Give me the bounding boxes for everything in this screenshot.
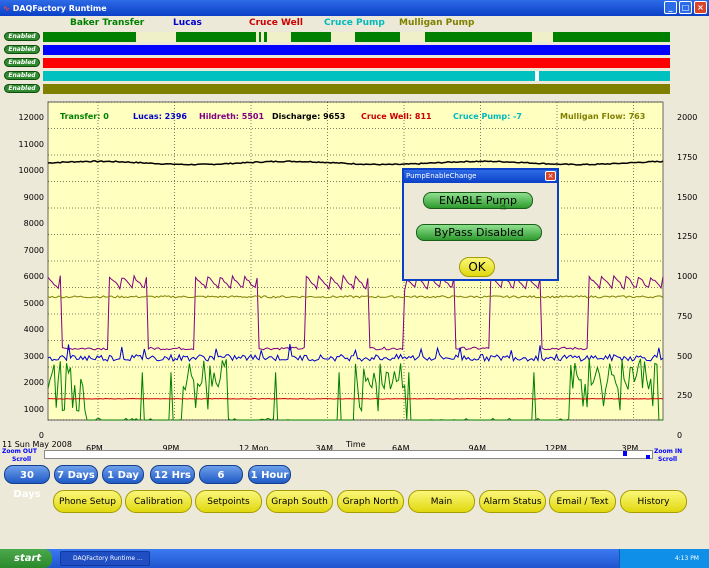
clock: 4:13 PM <box>674 555 699 562</box>
graph-north-button[interactable]: Graph North <box>337 490 404 513</box>
bypass-disabled-button[interactable]: ByPass Disabled <box>416 224 542 241</box>
y-right-tick-label: 250 <box>677 391 693 401</box>
app-icon: ∿ <box>3 3 10 13</box>
taskbar-item-daqfactory[interactable]: DAQFactory Runtime ... <box>60 551 150 566</box>
alarm-status-button[interactable]: Alarm Status <box>479 490 546 513</box>
pump-enable-dialog: PumpEnableChange × ENABLE Pump ByPass Di… <box>402 168 559 281</box>
y-left-tick-label: 0 <box>38 431 44 440</box>
readout-transfer: Transfer: 0 <box>60 112 109 121</box>
y-left-tick-label: 8000 <box>23 219 44 228</box>
client-area: Baker Transfer Lucas Cruce Well Cruce Pu… <box>0 16 709 549</box>
readout-mulligan: Mulligan Flow: 763 <box>560 112 646 121</box>
mouse-cursor-icon: ☝ <box>500 202 507 213</box>
readout-hildreth: Hildreth: 5501 <box>199 112 265 121</box>
ok-button[interactable]: OK <box>459 257 495 277</box>
readout-cruce-well: Cruce Well: 811 <box>361 112 432 121</box>
minimize-button[interactable]: _ <box>664 1 677 14</box>
email-text-button[interactable]: Email / Text <box>549 490 616 513</box>
y-left-tick-label: 7000 <box>23 245 44 255</box>
readout-cruce-pump: Cruce Pump: -7 <box>453 112 522 121</box>
window-titlebar: ∿ DAQFactory Runtime _ □ × <box>0 0 709 16</box>
range-30-days-button[interactable]: 30 Days <box>4 465 50 500</box>
trend-chart[interactable] <box>0 16 709 449</box>
y-right-tick-label: 500 <box>677 351 693 361</box>
range-7-days-button[interactable]: 7 Days <box>54 465 98 484</box>
dialog-title: PumpEnableChange <box>406 172 477 180</box>
x-axis-title: Time <box>346 440 366 449</box>
y-right-tick-label: 1000 <box>677 272 698 281</box>
scroll-right-label[interactable]: Scroll <box>658 456 677 463</box>
y-left-tick-label: 2000 <box>23 378 44 387</box>
y-left-tick-label: 9000 <box>23 192 44 202</box>
y-right-tick-label: 2000 <box>677 113 698 122</box>
setpoints-button[interactable]: Setpoints <box>195 490 262 513</box>
y-left-tick-label: 3000 <box>23 351 44 361</box>
system-tray: 4:13 PM <box>619 549 709 568</box>
y-left-tick-label: 1000 <box>23 404 44 414</box>
scroll-left-label[interactable]: Scroll <box>12 456 31 463</box>
y-left-tick-label: 11000 <box>18 139 44 149</box>
graph-south-button[interactable]: Graph South <box>266 490 333 513</box>
y-right-tick-label: 1750 <box>677 152 698 162</box>
history-button[interactable]: History <box>620 490 687 513</box>
window-title: DAQFactory Runtime <box>12 3 107 13</box>
y-right-tick-label: 0 <box>677 431 683 440</box>
range-12-hrs-button[interactable]: 12 Hrs <box>150 465 195 484</box>
main-button[interactable]: Main <box>408 490 475 513</box>
y-right-tick-label: 1250 <box>677 232 698 242</box>
range-1-day-button[interactable]: 1 Day <box>102 465 144 484</box>
y-left-tick-label: 6000 <box>23 272 44 281</box>
zoom-in-label[interactable]: Zoom IN <box>654 448 682 455</box>
close-button[interactable]: × <box>694 1 707 14</box>
taskbar: start DAQFactory Runtime ... 4:13 PM <box>0 549 709 568</box>
start-button[interactable]: start <box>0 549 52 568</box>
zoom-out-label[interactable]: Zoom OUT <box>2 448 37 455</box>
phone-setup-button[interactable]: Phone Setup <box>53 490 122 513</box>
y-right-tick-label: 750 <box>677 311 693 321</box>
calibration-button[interactable]: Calibration <box>125 490 192 513</box>
readout-lucas: Lucas: 2396 <box>133 112 187 121</box>
y-left-tick-label: 10000 <box>18 166 44 175</box>
dialog-close-button[interactable]: × <box>545 171 556 181</box>
range-1-hour-button[interactable]: 1 Hour <box>248 465 291 484</box>
y-left-tick-label: 4000 <box>23 325 44 334</box>
y-left-tick-label: 12000 <box>18 113 44 122</box>
series-line-cruce-well <box>48 397 664 400</box>
zoom-scroll-track[interactable] <box>44 450 653 459</box>
maximize-button[interactable]: □ <box>679 1 692 14</box>
range-6-hours-button[interactable]: 6 Hours <box>199 465 243 500</box>
dialog-titlebar: PumpEnableChange × <box>404 170 557 183</box>
enable-pump-button[interactable]: ENABLE Pump <box>423 192 533 209</box>
y-right-tick-label: 1500 <box>677 192 698 202</box>
y-left-tick-label: 5000 <box>23 298 44 308</box>
readout-discharge: Discharge: 9653 <box>272 112 346 121</box>
